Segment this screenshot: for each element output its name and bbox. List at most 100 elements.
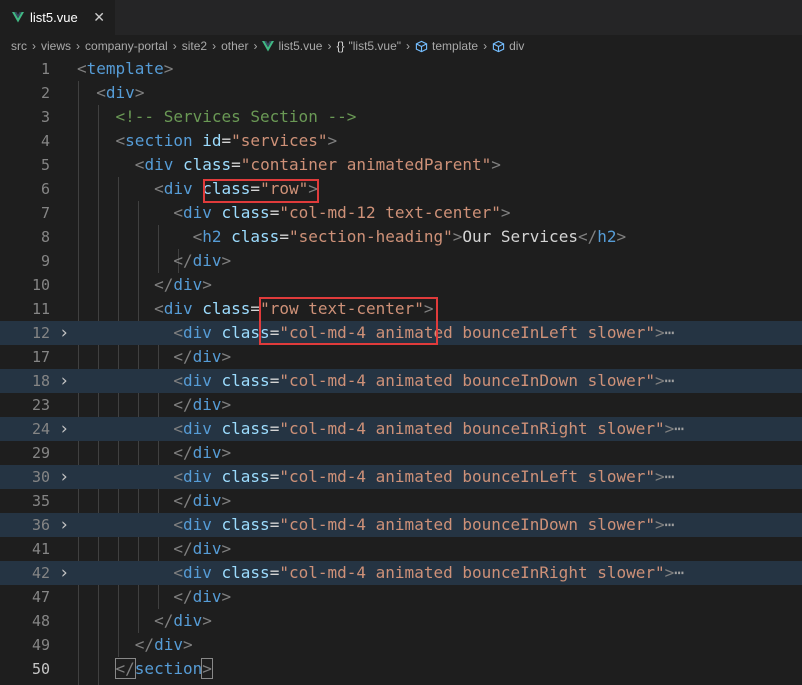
code-token: > [221,251,232,270]
breadcrumb-item[interactable]: views [41,39,71,53]
code-token: </ [173,587,193,606]
breadcrumb-item[interactable]: {} "list5.vue" [336,39,401,53]
code-token: div [182,563,212,582]
code-token: > [491,155,501,174]
breadcrumb-item[interactable]: src [11,39,27,53]
line-number: 5 [40,156,50,174]
code-token: < [173,419,183,438]
breadcrumb-label: template [432,39,479,53]
code-line[interactable]: 4 <section id="services"> [0,129,802,153]
code-line[interactable]: 23 </div> [0,393,802,417]
code-line[interactable]: 9 </div> [0,249,802,273]
breadcrumb-item[interactable]: template [415,39,478,53]
breadcrumb-item[interactable]: div [492,39,524,53]
breadcrumb-separator: › [76,39,81,53]
folded-ellipsis[interactable]: ⋯ [665,515,675,534]
code-token: = [269,563,280,582]
code-line[interactable]: 8 <h2 class="section-heading">Our Servic… [0,225,802,249]
breadcrumb-item[interactable]: list5.vue [262,39,322,53]
code-token: > [202,275,212,294]
code-line[interactable]: 49 </div> [0,633,802,657]
code-token: class [221,203,270,222]
code-token: > [452,227,463,246]
code-text: <div> [77,81,144,105]
code-token: section [125,131,193,150]
line-number: 41 [31,540,50,558]
code-text: </section> [77,657,213,681]
line-number: 23 [31,396,50,414]
code-line[interactable]: 47 </div> [0,585,802,609]
code-line[interactable]: 18 › <div class="col-md-4 animated bounce… [0,369,802,393]
fold-chevron-right-icon[interactable]: › [59,465,71,489]
code-line[interactable]: 41 </div> [0,537,802,561]
folded-ellipsis[interactable]: ⋯ [674,563,684,582]
breadcrumb-separator: › [253,39,258,53]
code-line[interactable]: 6 <div class="row"> [0,177,802,201]
code-token: </ [173,491,193,510]
code-token: class [182,155,232,174]
breadcrumb: src › views › company-portal › site2 › other › lis… [0,35,802,57]
code-token: < [173,323,183,342]
code-editor[interactable]: 1 <template> 2 <div> 3 <!-- Services Sectio… [0,57,802,685]
code-token: < [134,155,145,174]
code-line[interactable]: 17 </div> [0,345,802,369]
close-icon[interactable]: ✕ [93,9,105,25]
fold-chevron-right-icon[interactable]: › [59,321,71,345]
code-token: div [182,371,212,390]
code-token: < [173,515,183,534]
fold-chevron-right-icon[interactable]: › [59,561,71,585]
line-number: 35 [31,492,50,510]
code-text: </div> [77,393,231,417]
code-line[interactable]: 42 › <div class="col-md-4 animated bounce… [0,561,802,585]
fold-chevron-right-icon[interactable]: › [59,513,71,537]
code-line[interactable]: 35 </div> [0,489,802,513]
code-line[interactable]: 3 <!-- Services Section --> [0,105,802,129]
breadcrumb-separator: › [483,39,488,53]
code-line[interactable]: 36 › <div class="col-md-4 animated bounce… [0,513,802,537]
code-token: < [154,179,164,198]
folded-ellipsis[interactable]: ⋯ [665,371,675,390]
breadcrumb-item[interactable]: other [221,39,248,53]
line-number: 42 [31,564,50,582]
code-token: > [655,467,665,486]
code-token: "col-md-4 animated bounceInDown slower" [279,515,656,534]
code-text: </div> [77,273,212,297]
folded-ellipsis[interactable]: ⋯ [674,419,684,438]
code-token: > [221,539,232,558]
editor-tab-list5-vue[interactable]: list5.vue ✕ [0,0,115,35]
code-line[interactable]: 7 <div class="col-md-12 text-center"> [0,201,802,225]
breadcrumb-label: "list5.vue" [348,39,402,53]
code-line[interactable]: 5 <div class="container animatedParent"> [0,153,802,177]
code-line[interactable]: 1 <template> [0,57,802,81]
fold-chevron-right-icon[interactable]: › [59,417,71,441]
folded-ellipsis[interactable]: ⋯ [665,467,675,486]
code-token: div [144,155,174,174]
code-token: > [201,658,213,679]
code-token: "col-md-4 animated bounceInRight slower" [279,563,665,582]
breadcrumb-label: company-portal [85,39,168,53]
code-token: < [77,59,87,78]
code-token: "services" [231,131,328,150]
code-token: div [182,203,212,222]
code-line[interactable]: 2 <div> [0,81,802,105]
breadcrumb-item[interactable]: site2 [182,39,207,53]
folded-ellipsis[interactable]: ⋯ [665,323,675,342]
code-token: div [182,467,212,486]
breadcrumb-item[interactable]: company-portal [85,39,168,53]
fold-chevron-right-icon[interactable]: › [59,369,71,393]
code-text: <div class="col-md-4 animated bounceInLe… [77,465,674,489]
code-text: </div> [77,537,231,561]
code-line[interactable]: 48 </div> [0,609,802,633]
code-line[interactable]: 50 </section> [0,657,802,681]
code-token: > [221,395,232,414]
code-token: > [616,227,627,246]
code-line[interactable]: 10 </div> [0,273,802,297]
code-line[interactable]: 24 › <div class="col-md-4 animated bounce… [0,417,802,441]
code-token: "col-md-4 animated bounceInDown slower" [279,371,656,390]
code-line[interactable]: 30 › <div class="col-md-4 animated bounce… [0,465,802,489]
code-token: class [221,419,270,438]
code-line[interactable]: 29 </div> [0,441,802,465]
